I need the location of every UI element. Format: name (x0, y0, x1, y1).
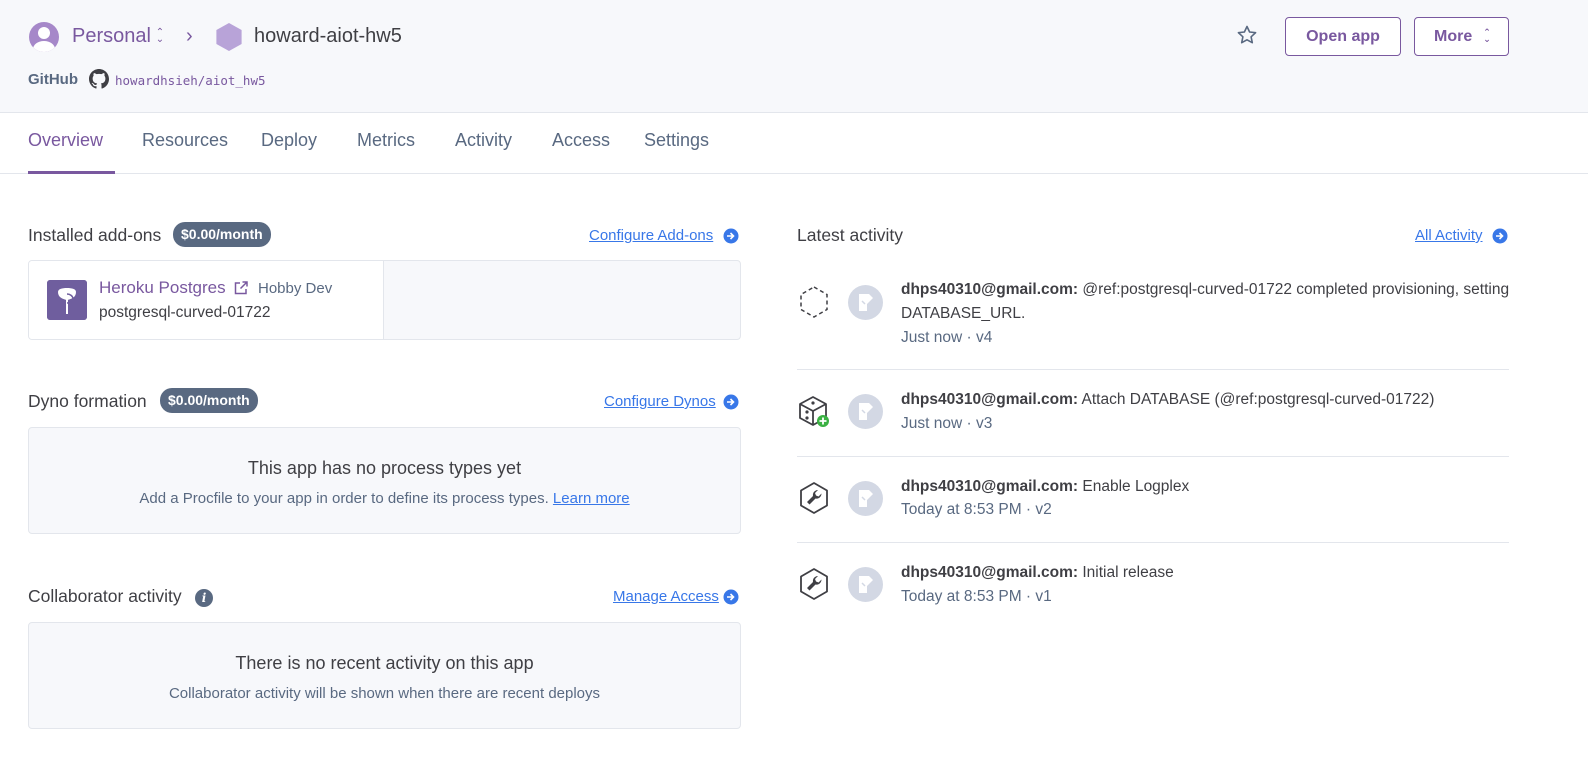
tab-activity[interactable]: Activity (455, 130, 512, 151)
more-button[interactable]: More ⌃ ⌄ (1414, 17, 1509, 56)
activity-meta: Just now · v3 (901, 415, 993, 432)
star-icon[interactable] (1235, 23, 1259, 47)
arrow-circle-right-icon[interactable] (723, 394, 739, 410)
manage-access-link[interactable]: Manage Access (613, 588, 719, 605)
collaborators-empty-state: There is no recent activity on this app … (28, 622, 741, 729)
external-link-icon[interactable] (233, 280, 249, 296)
dynos-empty-state: This app has no process types yet Add a … (28, 427, 741, 534)
wrench-icon (800, 568, 828, 600)
info-icon[interactable]: i (195, 589, 213, 607)
github-repo-link[interactable]: howardhsieh/aiot_hw5 (115, 73, 266, 88)
activity-title: Latest activity (797, 225, 904, 245)
tab-access[interactable]: Access (552, 130, 610, 151)
configure-dynos-link[interactable]: Configure Dynos (604, 393, 716, 410)
arrow-circle-right-icon[interactable] (1492, 228, 1508, 244)
activity-meta: Today at 8:53 PM · v2 (901, 501, 1052, 518)
active-tab-indicator (28, 171, 115, 174)
activity-item: dhps40310@gmail.com: Attach DATABASE (@r… (797, 370, 1509, 457)
addon-card: Heroku Postgres Hobby Dev postgresql-cur… (28, 260, 741, 340)
app-nav-tabs: Overview Resources Deploy Metrics Activi… (0, 113, 1588, 174)
open-app-button[interactable]: Open app (1285, 17, 1401, 56)
updown-chevron-icon: ⌃ ⌄ (1483, 27, 1491, 44)
activity-message: dhps40310@gmail.com: @ref:postgresql-cur… (901, 278, 1511, 326)
activity-text: Initial release (1082, 564, 1174, 581)
dynos-title: Dyno formation (28, 391, 147, 411)
team-avatar[interactable] (29, 22, 59, 52)
activity-user: dhps40310@gmail.com: (901, 564, 1079, 581)
activity-message: dhps40310@gmail.com: Initial release (901, 561, 1511, 585)
dynos-price-badge: $0.00/month (160, 388, 258, 413)
addon-plan: Hobby Dev (258, 280, 333, 297)
user-avatar (848, 394, 883, 429)
more-button-label: More (1434, 28, 1473, 45)
addons-title: Installed add-ons (28, 225, 162, 245)
user-avatar (848, 567, 883, 602)
github-label: GitHub (28, 71, 78, 88)
team-switcher[interactable]: Personal (72, 25, 151, 48)
collaborators-empty-title: There is no recent activity on this app (235, 653, 534, 673)
user-avatar (848, 285, 883, 320)
addon-resource-name: postgresql-curved-01722 (99, 304, 271, 321)
addon-attach-icon (799, 396, 829, 427)
activity-text: Attach DATABASE (@ref:postgresql-curved-… (1081, 391, 1435, 408)
collaborators-title: Collaborator activity (28, 586, 182, 606)
provisioning-hexagon-icon (800, 286, 828, 318)
arrow-circle-right-icon[interactable] (723, 228, 739, 244)
configure-addons-link[interactable]: Configure Add-ons (589, 227, 713, 244)
activity-message: dhps40310@gmail.com: Attach DATABASE (@r… (901, 388, 1511, 412)
github-icon (89, 69, 109, 89)
chevron-right-icon: › (186, 25, 193, 47)
learn-more-link[interactable]: Learn more (553, 490, 630, 507)
activity-meta: Today at 8:53 PM · v1 (901, 588, 1052, 605)
addons-price-badge: $0.00/month (173, 222, 271, 247)
wrench-icon (800, 482, 828, 514)
activity-meta: Just now · v4 (901, 329, 993, 346)
tab-settings[interactable]: Settings (644, 130, 709, 151)
tab-deploy[interactable]: Deploy (261, 130, 317, 151)
activity-user: dhps40310@gmail.com: (901, 478, 1079, 495)
addon-item: Heroku Postgres Hobby Dev postgresql-cur… (29, 261, 384, 339)
activity-item: dhps40310@gmail.com: @ref:postgresql-cur… (797, 270, 1509, 370)
tab-resources[interactable]: Resources (142, 130, 228, 151)
dynos-empty-title: This app has no process types yet (247, 458, 522, 478)
app-hexagon-icon (216, 23, 242, 51)
activity-text: Enable Logplex (1082, 478, 1190, 495)
activity-user: dhps40310@gmail.com: (901, 391, 1079, 408)
all-activity-link[interactable]: All Activity (1415, 227, 1483, 244)
activity-item: dhps40310@gmail.com: Enable Logplex Toda… (797, 457, 1509, 543)
activity-item: dhps40310@gmail.com: Initial release Tod… (797, 543, 1509, 629)
app-name: howard-aiot-hw5 (254, 25, 402, 47)
tab-metrics[interactable]: Metrics (357, 130, 415, 151)
heroku-postgres-logo-icon (47, 280, 87, 320)
updown-chevron-icon[interactable]: ⌃ ⌄ (154, 28, 166, 45)
user-avatar (848, 481, 883, 516)
dynos-empty-text: Add a Procfile to your app in order to d… (139, 490, 549, 507)
activity-message: dhps40310@gmail.com: Enable Logplex (901, 475, 1511, 499)
arrow-circle-right-icon[interactable] (723, 589, 739, 605)
app-header: Personal ⌃ ⌄ › howard-aiot-hw5 GitHub how… (0, 0, 1588, 113)
tab-overview[interactable]: Overview (28, 130, 103, 151)
collaborators-empty-subtitle: Collaborator activity will be shown when… (168, 685, 601, 702)
activity-user: dhps40310@gmail.com: (901, 281, 1079, 298)
dynos-empty-subtitle: Add a Procfile to your app in order to d… (29, 490, 740, 507)
addon-name-link[interactable]: Heroku Postgres (99, 278, 226, 298)
